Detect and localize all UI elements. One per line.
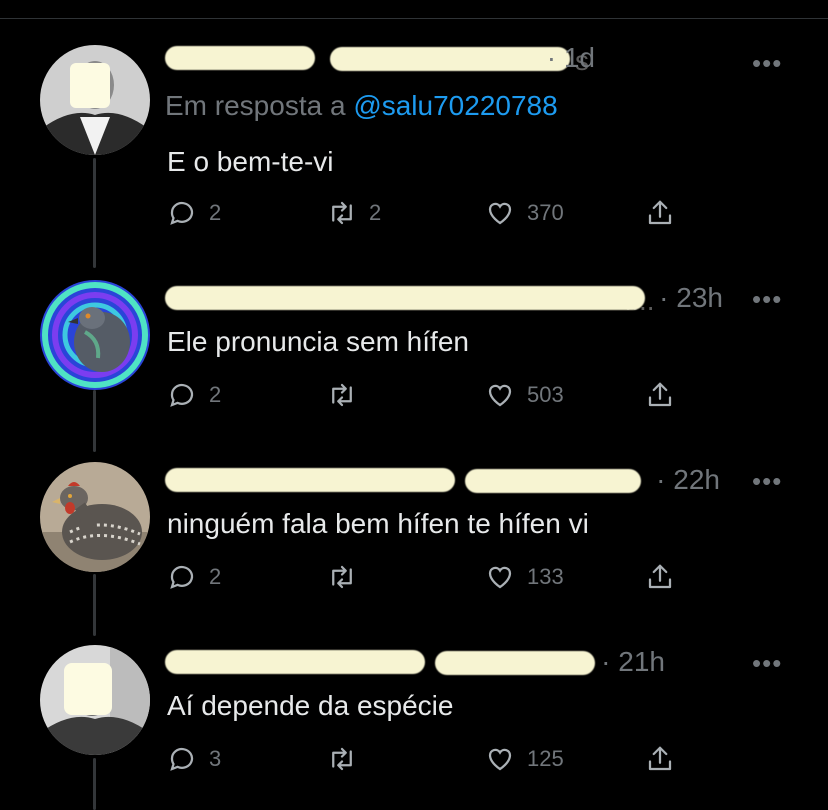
heart-icon xyxy=(488,748,512,771)
retweet-icon xyxy=(332,201,352,225)
tweet-time[interactable]: · 1d xyxy=(547,42,595,74)
more-options-icon[interactable]: ••• xyxy=(752,466,782,497)
tweet-header: · 22h xyxy=(165,464,765,500)
reply-count: 2 xyxy=(209,382,222,407)
censored-author-name xyxy=(165,46,315,70)
censored-author-handle xyxy=(330,47,570,71)
reply-count: 3 xyxy=(209,746,222,771)
tweet-time[interactable]: · 21h xyxy=(601,646,665,678)
like-count: 370 xyxy=(527,200,564,225)
like-button[interactable]: 503 xyxy=(485,378,564,412)
reply-button[interactable]: 2 xyxy=(167,196,221,230)
avatar[interactable] xyxy=(40,280,150,390)
reply-button[interactable]: 2 xyxy=(167,378,221,412)
censored-author-handle xyxy=(435,651,595,675)
like-button[interactable]: 370 xyxy=(485,196,564,230)
retweet-count: 2 xyxy=(369,200,382,225)
more-options-icon[interactable]: ••• xyxy=(752,284,782,315)
reply-context: Em resposta a @salu70220788 xyxy=(165,90,558,122)
reply-icon xyxy=(170,747,194,771)
share-button[interactable] xyxy=(645,742,675,776)
like-count: 133 xyxy=(527,564,564,589)
heart-icon xyxy=(488,384,512,407)
retweet-button[interactable] xyxy=(327,560,369,594)
share-button[interactable] xyxy=(645,560,675,594)
thread-line xyxy=(93,574,96,636)
censored-author-name xyxy=(165,650,425,674)
tweet-actions: 2 133 xyxy=(167,560,687,594)
retweet-icon xyxy=(332,383,352,407)
tweet-time[interactable]: · 22h xyxy=(656,464,720,496)
reply-icon xyxy=(170,201,194,225)
more-options-icon[interactable]: ••• xyxy=(752,648,782,679)
retweet-button[interactable]: 2 xyxy=(327,196,381,230)
tweet-actions: 2 503 xyxy=(167,378,687,412)
tweet-actions: 2 2 370 xyxy=(167,196,687,230)
tweet-header: · 21h xyxy=(165,646,765,682)
thread-line xyxy=(93,758,96,810)
share-icon xyxy=(648,382,672,407)
share-button[interactable] xyxy=(645,378,675,412)
censored-author-handle xyxy=(465,469,641,493)
retweet-icon xyxy=(332,747,352,771)
masked-person-avatar-icon xyxy=(40,645,150,755)
avatar[interactable] xyxy=(40,45,150,155)
retweet-button[interactable] xyxy=(327,378,369,412)
reply-handle-link[interactable]: @salu70220788 xyxy=(353,90,557,121)
like-button[interactable]: 125 xyxy=(485,742,564,776)
censored-author-name xyxy=(165,286,645,310)
tweet-text: ninguém fala bem hífen te hífen vi xyxy=(167,508,589,539)
tweet-text: E o bem-te-vi xyxy=(167,146,334,177)
reply-icon xyxy=(170,383,194,407)
reply-count: 2 xyxy=(209,564,222,589)
share-icon xyxy=(648,746,672,771)
reply-icon xyxy=(170,565,194,589)
hen-avatar-icon xyxy=(40,462,150,572)
reply-button[interactable]: 2 xyxy=(167,560,221,594)
tweet-text: Ele pronuncia sem hífen xyxy=(167,326,469,357)
reply-button[interactable]: 3 xyxy=(167,742,221,776)
censored-author-name xyxy=(165,468,455,492)
heart-icon xyxy=(488,566,512,589)
reply-count: 2 xyxy=(209,200,222,225)
share-button[interactable] xyxy=(645,196,675,230)
tweet-time[interactable]: · 23h xyxy=(659,282,723,314)
tweet-text: Aí depende da espécie xyxy=(167,690,454,721)
share-icon xyxy=(648,564,672,589)
tweet-header: s · 1d xyxy=(165,42,765,78)
retweet-button[interactable] xyxy=(327,742,369,776)
pigeon-psychedelic-avatar-icon xyxy=(40,280,150,390)
avatar[interactable] xyxy=(40,462,150,572)
avatar[interactable] xyxy=(40,645,150,755)
heart-icon xyxy=(488,202,512,225)
thread-line xyxy=(93,158,96,268)
tweet-header: i... · 23h xyxy=(165,282,765,318)
more-options-icon[interactable]: ••• xyxy=(752,48,782,79)
like-button[interactable]: 133 xyxy=(485,560,564,594)
masked-person-avatar-icon xyxy=(40,45,150,155)
like-count: 503 xyxy=(527,382,564,407)
retweet-icon xyxy=(332,565,352,589)
thread-line xyxy=(93,390,96,452)
reply-context-prefix: Em resposta a xyxy=(165,90,354,121)
like-count: 125 xyxy=(527,746,564,771)
top-divider xyxy=(0,18,828,19)
tweet-actions: 3 125 xyxy=(167,742,687,776)
share-icon xyxy=(648,200,672,225)
